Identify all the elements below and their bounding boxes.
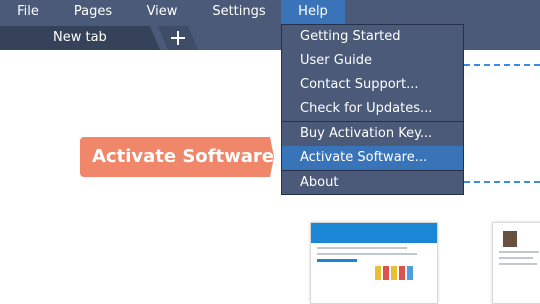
- thumbnail-line: [317, 253, 417, 255]
- thumbnail-line: [499, 257, 533, 259]
- menu-item-about[interactable]: About: [282, 171, 463, 195]
- menu-item-check-updates[interactable]: Check for Updates...: [282, 97, 463, 121]
- new-tab-button[interactable]: [158, 26, 198, 50]
- tab-new-tab[interactable]: New tab: [0, 26, 160, 50]
- menu-help[interactable]: Help: [281, 0, 345, 24]
- menu-item-buy-activation-key[interactable]: Buy Activation Key...: [282, 122, 463, 146]
- menu-item-contact-support[interactable]: Contact Support...: [282, 73, 463, 97]
- menu-file[interactable]: File: [8, 0, 48, 24]
- menu-settings[interactable]: Settings: [208, 0, 270, 24]
- menubar: File Pages View Settings Help: [0, 0, 540, 24]
- menu-item-activate-software[interactable]: Activate Software...: [282, 146, 463, 170]
- plus-icon: [171, 31, 185, 45]
- thumbnail-header: [311, 223, 437, 243]
- menu-pages[interactable]: Pages: [70, 0, 116, 24]
- dashed-guide-top: [464, 64, 540, 66]
- dashed-guide-bottom: [464, 181, 540, 183]
- menu-item-user-guide[interactable]: User Guide: [282, 49, 463, 73]
- thumbnail-line: [317, 247, 407, 249]
- menu-view[interactable]: View: [142, 0, 182, 24]
- help-dropdown-menu: Getting Started User Guide Contact Suppo…: [281, 24, 464, 195]
- thumbnail-line: [499, 251, 539, 253]
- activate-software-callout: Activate Software: [80, 137, 274, 177]
- template-thumbnail-flyer[interactable]: [310, 222, 438, 304]
- thumbnail-photo: [503, 231, 517, 247]
- tab-label: New tab: [53, 30, 107, 45]
- thumbnail-line: [499, 263, 537, 265]
- menu-item-getting-started[interactable]: Getting Started: [282, 25, 463, 49]
- thumbnail-line: [317, 259, 357, 262]
- template-thumbnail-resume[interactable]: [492, 222, 540, 304]
- thumbnail-chart: [375, 266, 437, 280]
- callout-label: Activate Software: [92, 146, 274, 167]
